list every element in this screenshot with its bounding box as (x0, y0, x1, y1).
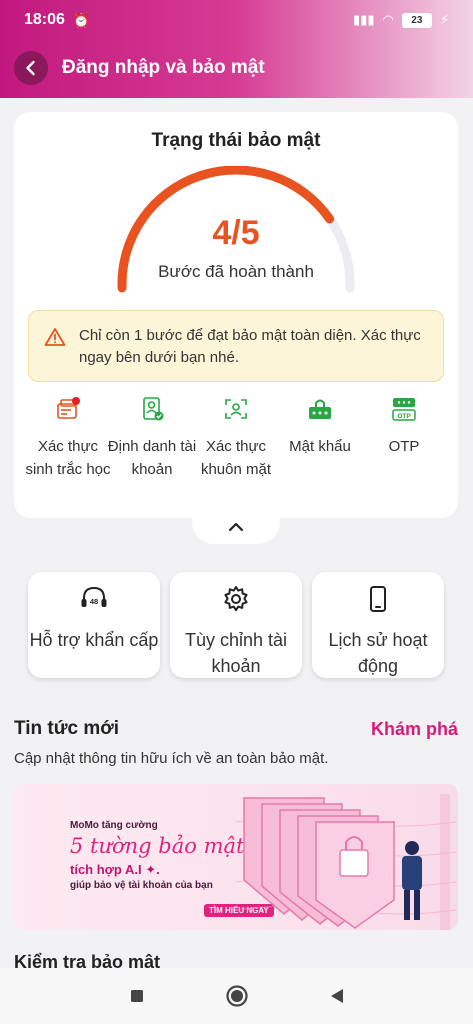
page-title: Đăng nhập và bảo mật (62, 57, 265, 78)
warning-icon (44, 328, 66, 346)
status-time: 18:06 (24, 11, 65, 28)
charging-icon: ⚡ (439, 12, 449, 27)
collapse-button[interactable] (192, 510, 280, 544)
banner-line4: giúp bảo vệ tài khoản của bạn (70, 880, 213, 891)
emergency-support-tile[interactable]: 48 Hỗ trợ khẩn cấp (28, 572, 160, 678)
status-bar: 18:06 ⏰ ▮▮▮ ◠ 23 ⚡ (0, 0, 473, 40)
news-subtitle: Cập nhật thông tin hữu ích về an toàn bả… (14, 750, 329, 767)
step-label: Định danh tài khoản (107, 438, 197, 478)
back-button[interactable] (14, 51, 48, 85)
home-button[interactable] (225, 984, 249, 1008)
step-label: Xác thực khuôn mặt (200, 438, 272, 478)
otp-badge-text: OTP (397, 413, 411, 420)
alarm-icon: ⏰ (72, 11, 91, 28)
recent-apps-button[interactable] (129, 988, 145, 1004)
step-label: Mật khẩu (289, 438, 351, 455)
news-banner[interactable]: MoMo tăng cường 5 tường bảo mật tích hợp… (14, 784, 458, 930)
biometric-card-icon (57, 397, 80, 419)
explore-link[interactable]: Khám phá (371, 719, 458, 740)
banner-headline: 5 tường bảo mật (70, 834, 245, 858)
progress-caption: Bước đã hoàn thành (158, 262, 314, 281)
step-biometric[interactable]: Xác thực sinh trắc học (23, 396, 113, 481)
face-scan-icon (225, 399, 247, 419)
news-header: Tin tức mới Khám phá (14, 718, 458, 740)
tile-label: Tùy chỉnh tài khoản (184, 630, 288, 676)
banner-line3: tích hợp A.I ✦. (70, 862, 160, 877)
quick-actions: 48 Hỗ trợ khẩn cấp Tùy chỉnh tài khoản L… (28, 572, 444, 680)
chevron-up-icon (228, 522, 244, 532)
progress-value: 4/5 (212, 214, 260, 252)
nav-bar: Đăng nhập và bảo mật (0, 46, 473, 90)
chevron-left-icon (26, 60, 35, 76)
warning-box: Chỉ còn 1 bước để đạt bảo mật toàn diện.… (28, 310, 444, 382)
banner-line1: MoMo tăng cường (70, 820, 158, 831)
status-indicators: ▮▮▮ ◠ 23 ⚡ (353, 12, 449, 28)
step-label: Xác thực sinh trắc học (25, 438, 111, 478)
wifi-icon: ◠ (382, 12, 394, 27)
headset-badge-text: 48 (90, 597, 98, 606)
back-nav-button[interactable] (329, 987, 345, 1005)
phone-icon (370, 586, 386, 612)
account-settings-tile[interactable]: Tùy chỉnh tài khoản (170, 572, 302, 678)
activity-history-tile[interactable]: Lịch sử hoạt động (312, 572, 444, 678)
security-status-card: Trạng thái bảo mật 4/5 Bước đã hoàn thàn… (14, 112, 458, 518)
news-title: Tin tức mới (14, 718, 120, 739)
id-card-check-icon (143, 397, 164, 421)
gear-icon (224, 586, 248, 612)
step-identity[interactable]: Định danh tài khoản (107, 396, 197, 481)
password-lock-icon (309, 399, 331, 419)
security-steps: Xác thực sinh trắc học Định danh tài kho… (14, 396, 458, 506)
shield-walls-illustration (236, 794, 456, 930)
step-label: OTP (388, 438, 420, 455)
header: 18:06 ⏰ ▮▮▮ ◠ 23 ⚡ Đăng nhập và bảo mật (0, 0, 473, 98)
step-password[interactable]: Mật khẩu (275, 396, 365, 458)
step-otp[interactable]: OTP OTP (359, 396, 449, 458)
tile-label: Lịch sử hoạt động (328, 630, 428, 676)
step-face[interactable]: Xác thực khuôn mặt (191, 396, 281, 481)
otp-icon: OTP (392, 398, 416, 421)
security-status-title: Trạng thái bảo mật (151, 130, 321, 151)
signal-icon: ▮▮▮ (353, 12, 375, 27)
warning-text: Chỉ còn 1 bước để đạt bảo mật toàn diện.… (79, 327, 421, 366)
battery-icon: 23 (401, 12, 432, 28)
tile-label: Hỗ trợ khẩn cấp (29, 630, 159, 650)
system-navbar (0, 968, 473, 1024)
headset-48-icon: 48 (81, 586, 107, 607)
